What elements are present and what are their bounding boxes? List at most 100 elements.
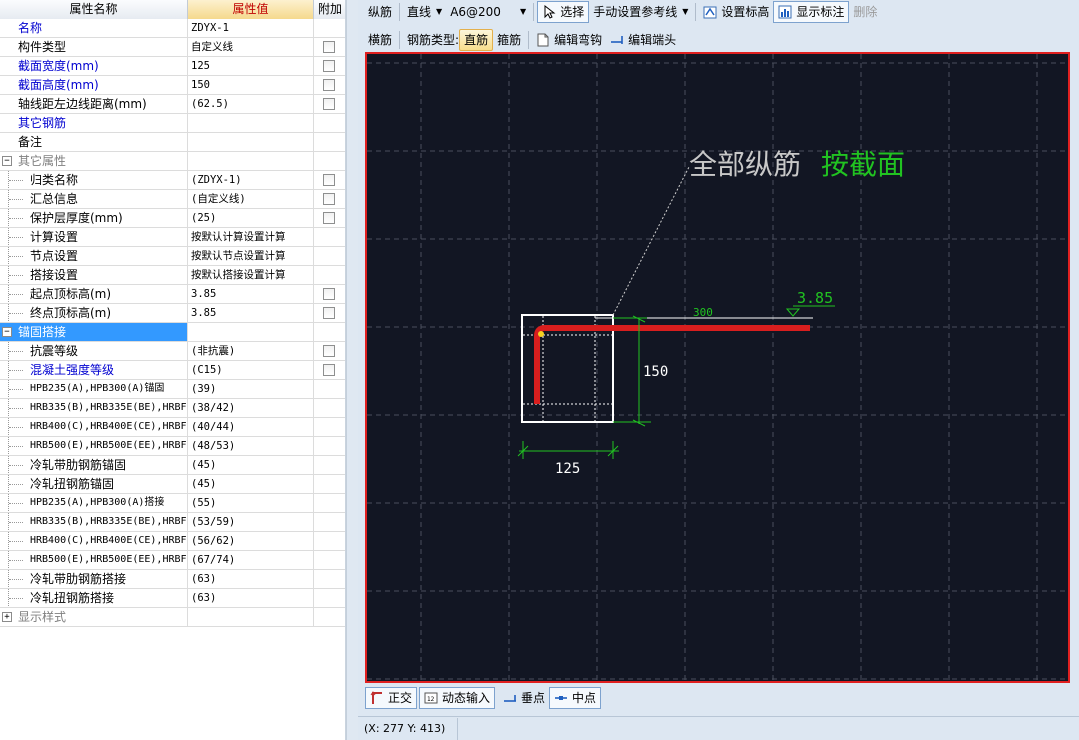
drawing-svg[interactable]: 全部纵筋 按截面 300 3.85 150 125 bbox=[367, 54, 1068, 681]
property-name-cell[interactable]: 轴线距左边线距离(mm) bbox=[0, 95, 188, 113]
property-name-cell[interactable]: 节点设置 bbox=[0, 247, 188, 265]
set-elevation-button[interactable]: 设置标高 bbox=[699, 1, 773, 23]
property-value[interactable]: (非抗震) bbox=[188, 342, 314, 360]
attach-checkbox[interactable] bbox=[323, 174, 335, 186]
property-value[interactable] bbox=[188, 323, 314, 341]
property-name-cell[interactable]: 搭接设置 bbox=[0, 266, 188, 284]
property-value[interactable]: (62.5) bbox=[188, 95, 314, 113]
attach-checkbox[interactable] bbox=[323, 212, 335, 224]
drawing-canvas[interactable]: 全部纵筋 按截面 300 3.85 150 125 bbox=[365, 52, 1070, 683]
property-row[interactable]: 保护层厚度(mm) (25) bbox=[0, 209, 345, 228]
property-name-cell[interactable]: 抗震等级 bbox=[0, 342, 188, 360]
property-row[interactable]: HRB500(E),HRB500E(EE),HRBF (67/74) bbox=[0, 551, 345, 570]
attach-checkbox[interactable] bbox=[323, 98, 335, 110]
property-value[interactable]: (63) bbox=[188, 589, 314, 607]
property-value[interactable]: 125 bbox=[188, 57, 314, 75]
property-row[interactable]: 名称 ZDYX-1 bbox=[0, 19, 345, 38]
straight-rebar-button[interactable]: 直筋 bbox=[459, 29, 494, 51]
expand-icon[interactable]: + bbox=[2, 612, 12, 622]
property-value[interactable]: (25) bbox=[188, 209, 314, 227]
property-row[interactable]: HRB400(C),HRB400E(CE),HRBF (40/44) bbox=[0, 418, 345, 437]
property-name-cell[interactable]: HRB335(B),HRB335E(BE),HRBF bbox=[0, 399, 188, 417]
property-value[interactable] bbox=[188, 114, 314, 132]
attach-checkbox[interactable] bbox=[323, 79, 335, 91]
property-row[interactable]: HPB235(A),HPB300(A)锚固 (39) bbox=[0, 380, 345, 399]
edit-hook-button[interactable]: 编辑弯钩 bbox=[532, 29, 606, 51]
property-value[interactable] bbox=[188, 152, 314, 170]
property-value[interactable]: (53/59) bbox=[188, 513, 314, 531]
property-row[interactable]: − 锚固搭接 bbox=[0, 323, 345, 342]
property-value[interactable]: (48/53) bbox=[188, 437, 314, 455]
property-row[interactable]: 冷轧扭钢筋锚固 (45) bbox=[0, 475, 345, 494]
property-row[interactable]: HRB335(B),HRB335E(BE),HRBF (53/59) bbox=[0, 513, 345, 532]
property-value[interactable]: (40/44) bbox=[188, 418, 314, 436]
property-row[interactable]: 搭接设置 按默认搭接设置计算 bbox=[0, 266, 345, 285]
property-row[interactable]: 其它钢筋 bbox=[0, 114, 345, 133]
rebar-anchor-point[interactable] bbox=[538, 331, 544, 337]
property-name-cell[interactable]: 冷轧扭钢筋搭接 bbox=[0, 589, 188, 607]
property-row[interactable]: 计算设置 按默认计算设置计算 bbox=[0, 228, 345, 247]
header-property-name[interactable]: 属性名称 bbox=[0, 0, 188, 19]
property-value[interactable] bbox=[188, 133, 314, 151]
property-row[interactable]: 归类名称 (ZDYX-1) bbox=[0, 171, 345, 190]
property-value[interactable]: (自定义线) bbox=[188, 190, 314, 208]
property-row[interactable]: − 其它属性 bbox=[0, 152, 345, 171]
property-value[interactable]: 按默认计算设置计算 bbox=[188, 228, 314, 246]
property-name-cell[interactable]: HRB400(C),HRB400E(CE),HRBF bbox=[0, 418, 188, 436]
property-row[interactable]: 截面宽度(mm) 125 bbox=[0, 57, 345, 76]
property-row[interactable]: 备注 bbox=[0, 133, 345, 152]
line-type-dropdown[interactable]: 直线 ▼ bbox=[403, 2, 446, 22]
collapse-icon[interactable]: − bbox=[2, 156, 12, 166]
header-property-value[interactable]: 属性值 bbox=[188, 0, 314, 19]
show-dimension-button[interactable]: 显示标注 bbox=[773, 1, 850, 23]
perpendicular-snap-button[interactable]: 垂点 bbox=[499, 687, 549, 709]
property-name-cell[interactable]: − 锚固搭接 bbox=[0, 323, 188, 341]
attach-checkbox[interactable] bbox=[323, 345, 335, 357]
manual-ref-line-dropdown[interactable]: 手动设置参考线 ▼ bbox=[589, 1, 692, 23]
property-value[interactable]: (67/74) bbox=[188, 551, 314, 569]
property-row[interactable]: 构件类型 自定义线 bbox=[0, 38, 345, 57]
property-name-cell[interactable]: 冷轧带肋钢筋搭接 bbox=[0, 570, 188, 588]
property-value[interactable]: 3.85 bbox=[188, 285, 314, 303]
property-name-cell[interactable]: 汇总信息 bbox=[0, 190, 188, 208]
property-name-cell[interactable]: HRB335(B),HRB335E(BE),HRBF bbox=[0, 513, 188, 531]
property-name-cell[interactable]: 截面高度(mm) bbox=[0, 76, 188, 94]
property-name-cell[interactable]: 归类名称 bbox=[0, 171, 188, 189]
property-row[interactable]: HRB400(C),HRB400E(CE),HRBF (56/62) bbox=[0, 532, 345, 551]
dynamic-input-button[interactable]: 12 动态输入 bbox=[419, 687, 496, 709]
property-name-cell[interactable]: + 显示样式 bbox=[0, 608, 188, 626]
property-value[interactable]: 按默认节点设置计算 bbox=[188, 247, 314, 265]
property-name-cell[interactable]: 其它钢筋 bbox=[0, 114, 188, 132]
property-value[interactable]: (ZDYX-1) bbox=[188, 171, 314, 189]
property-name-cell[interactable]: 构件类型 bbox=[0, 38, 188, 56]
property-name-cell[interactable]: 保护层厚度(mm) bbox=[0, 209, 188, 227]
edit-end-button[interactable]: 编辑端头 bbox=[606, 29, 680, 51]
property-row[interactable]: 抗震等级 (非抗震) bbox=[0, 342, 345, 361]
height-dim-label[interactable]: 150 bbox=[643, 364, 668, 380]
property-row[interactable]: 终点顶标高(m) 3.85 bbox=[0, 304, 345, 323]
property-name-cell[interactable]: 备注 bbox=[0, 133, 188, 151]
property-value[interactable]: (56/62) bbox=[188, 532, 314, 550]
property-value[interactable]: (38/42) bbox=[188, 399, 314, 417]
delete-button[interactable]: 删除 bbox=[849, 1, 881, 23]
property-row[interactable]: 冷轧带肋钢筋锚固 (45) bbox=[0, 456, 345, 475]
attach-checkbox[interactable] bbox=[323, 364, 335, 376]
property-row[interactable]: 混凝土强度等级 (C15) bbox=[0, 361, 345, 380]
attach-checkbox[interactable] bbox=[323, 307, 335, 319]
property-value[interactable]: (45) bbox=[188, 475, 314, 493]
property-name-cell[interactable]: 截面宽度(mm) bbox=[0, 57, 188, 75]
annotation-text[interactable]: 全部纵筋 bbox=[689, 149, 801, 180]
property-value[interactable]: (39) bbox=[188, 380, 314, 398]
property-name-cell[interactable]: 起点顶标高(m) bbox=[0, 285, 188, 303]
panel-splitter[interactable] bbox=[346, 0, 358, 740]
property-row[interactable]: 冷轧扭钢筋搭接 (63) bbox=[0, 589, 345, 608]
property-name-cell[interactable]: 终点顶标高(m) bbox=[0, 304, 188, 322]
property-name-cell[interactable]: HPB235(A),HPB300(A)搭接 bbox=[0, 494, 188, 512]
property-row[interactable]: 轴线距左边线距离(mm) (62.5) bbox=[0, 95, 345, 114]
property-name-cell[interactable]: 冷轧扭钢筋锚固 bbox=[0, 475, 188, 493]
property-value[interactable]: (63) bbox=[188, 570, 314, 588]
property-value[interactable]: (45) bbox=[188, 456, 314, 474]
property-row[interactable]: 截面高度(mm) 150 bbox=[0, 76, 345, 95]
property-name-cell[interactable]: 计算设置 bbox=[0, 228, 188, 246]
attach-checkbox[interactable] bbox=[323, 193, 335, 205]
